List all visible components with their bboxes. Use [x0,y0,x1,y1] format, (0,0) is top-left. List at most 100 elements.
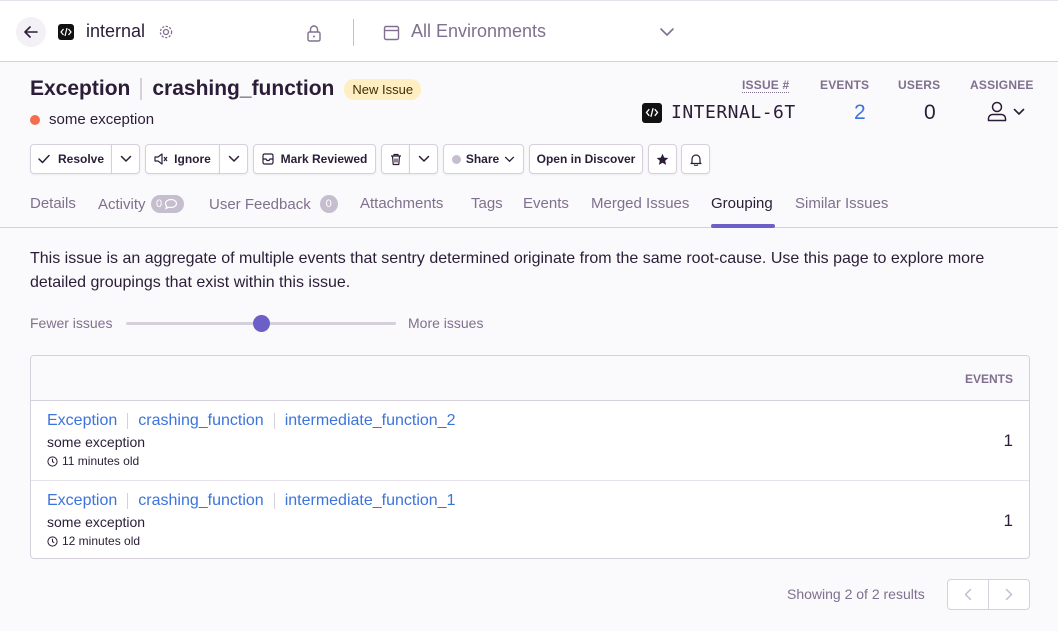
users-label: USERS [898,78,941,92]
table-header: EVENTS [31,356,1029,401]
tab-merged-issues[interactable]: Merged Issues [591,195,689,212]
user-feedback-count: 0 [319,195,338,213]
short-id-text: INTERNAL-6T [671,102,796,123]
active-tab-indicator [711,224,775,228]
code-icon [645,107,659,118]
lock-icon[interactable] [305,24,323,42]
next-page-button[interactable] [988,580,1029,609]
table-row[interactable]: Exception crashing_function intermediate… [31,480,1029,558]
open-in-discover-button[interactable]: Open in Discover [529,144,643,174]
group-event-count: 1 [1003,511,1013,530]
tab-label: Events [523,195,569,212]
title-separator [127,493,129,509]
resolve-button[interactable]: Resolve [30,144,112,174]
chevron-down-icon[interactable] [659,26,675,38]
group-subfunction[interactable]: intermediate_function_1 [285,492,456,510]
ignore-button[interactable]: Ignore [145,144,220,174]
open-in-discover-label: Open in Discover [536,152,636,166]
chevron-left-icon [964,588,972,601]
bookmark-button[interactable] [648,144,677,174]
trash-icon [390,153,401,165]
group-age-text: 11 minutes old [62,454,140,468]
slider-more-label: More issues [408,315,484,331]
title-separator [273,413,275,429]
subscribe-button[interactable] [681,144,710,174]
tab-user-feedback[interactable]: User Feedback 0 [209,195,338,213]
clock-icon [47,535,58,547]
environment-selector[interactable]: All Environments [411,21,546,42]
resolve-label: Resolve [57,152,105,166]
code-icon [60,27,72,37]
title-separator [140,78,143,100]
tab-events[interactable]: Events [523,195,569,212]
group-age: 12 minutes old [47,534,140,548]
mark-reviewed-button[interactable]: Mark Reviewed [253,144,376,174]
issue-title: Exception crashing_function New Issue [30,77,422,101]
group-title[interactable]: Exception crashing_function intermediate… [47,412,455,430]
delete-dropdown[interactable] [409,144,438,174]
chevron-down-icon [228,155,239,162]
share-button[interactable]: Share [443,144,524,174]
issue-function: crashing_function [152,77,335,100]
table-row[interactable]: Exception crashing_function intermediate… [31,401,1029,480]
check-icon [38,154,50,164]
share-status-dot [451,154,461,164]
slider-handle[interactable] [253,315,270,332]
grouping-level-slider: Fewer issues More issues [30,313,500,333]
tab-label: Merged Issues [591,195,690,212]
group-message: some exception [47,434,146,450]
tab-label: Activity [98,195,146,213]
tab-attachments[interactable]: Attachments [360,195,443,212]
mark-reviewed-label: Mark Reviewed [280,152,368,166]
tab-grouping[interactable]: Grouping [711,195,773,212]
activity-count: 0 [155,198,163,210]
tab-label: Grouping [711,195,773,212]
group-type[interactable]: Exception [47,412,117,430]
project-name[interactable]: internal [86,21,145,42]
delete-button[interactable] [381,144,410,174]
share-label: Share [465,152,500,166]
activity-count-badge: 0 [150,195,184,213]
group-age: 11 minutes old [47,454,139,468]
project-header: internal All Environments [0,0,1058,62]
group-title[interactable]: Exception crashing_function intermediate… [47,492,455,510]
short-id[interactable]: INTERNAL-6T [642,102,796,123]
ignore-dropdown[interactable] [219,144,248,174]
tab-activity[interactable]: Activity 0 [98,195,184,213]
chevron-down-icon [1013,108,1025,115]
issue-type: Exception [30,77,131,100]
chevron-down-icon [120,155,131,162]
title-separator [273,493,275,509]
tab-similar-issues[interactable]: Similar Issues [795,195,888,212]
group-function[interactable]: crashing_function [138,492,263,510]
tab-label: Attachments [360,195,444,212]
gear-icon[interactable] [158,24,174,40]
group-event-count: 1 [1003,431,1013,450]
issue-message: some exception [30,111,154,128]
tab-details[interactable]: Details [30,195,76,212]
group-function[interactable]: crashing_function [138,412,263,430]
project-avatar [58,24,74,40]
divider [353,19,354,46]
ignore-label: Ignore [174,152,211,166]
group-age-text: 12 minutes old [62,534,141,548]
grouping-table: EVENTS Exception crashing_function inter… [30,355,1030,559]
events-count[interactable]: 2 [854,101,866,125]
group-subfunction[interactable]: intermediate_function_2 [285,412,456,430]
previous-page-button[interactable] [948,580,988,609]
group-message: some exception [47,514,146,530]
events-label: EVENTS [820,78,870,92]
resolve-dropdown[interactable] [111,144,140,174]
group-type[interactable]: Exception [47,492,117,510]
comment-icon [164,198,178,210]
tab-label: User Feedback [209,195,311,213]
issue-number-label[interactable]: ISSUE # [742,78,790,93]
slider-fewer-label: Fewer issues [30,315,113,331]
clock-icon [47,455,58,467]
assignee-selector[interactable] [986,100,1025,122]
pagination-summary: Showing 2 of 2 results [787,586,925,602]
back-button[interactable] [16,17,46,47]
tab-tags[interactable]: Tags [471,195,503,212]
user-icon [987,101,1007,122]
new-issue-badge: New Issue [344,78,422,100]
